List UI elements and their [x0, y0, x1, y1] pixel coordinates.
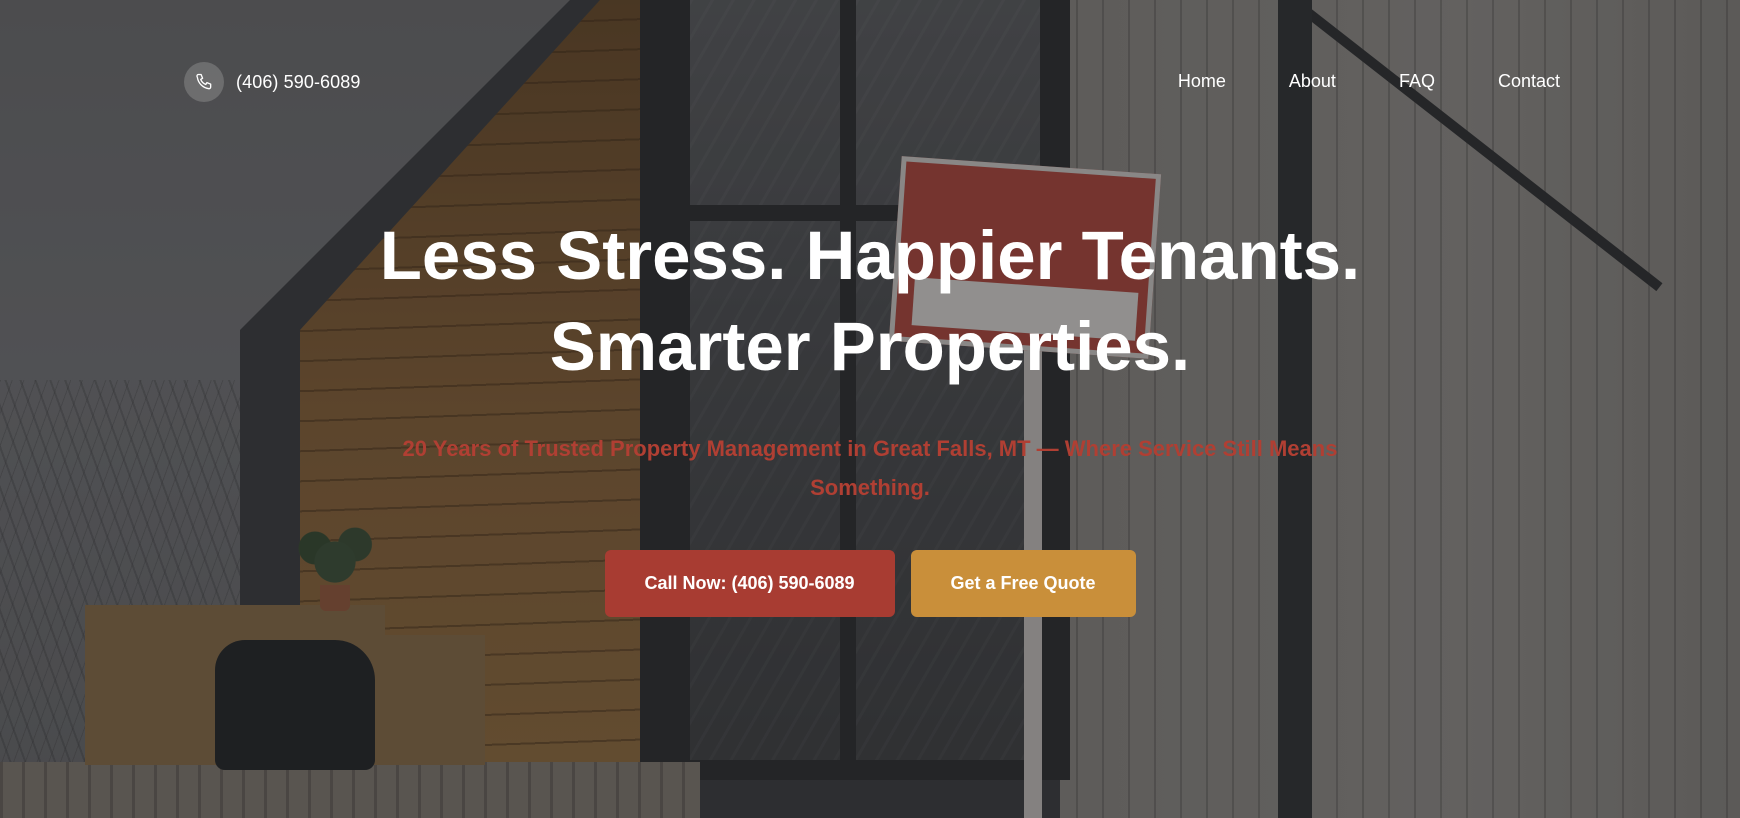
- hero-headline: Less Stress. Happier Tenants. Smarter Pr…: [320, 210, 1420, 392]
- site-header: (406) 590-6089 Home About FAQ Contact: [0, 0, 1740, 164]
- header-phone-number: (406) 590-6089: [236, 71, 361, 92]
- free-quote-button[interactable]: Get a Free Quote: [910, 550, 1136, 617]
- phone-icon: [184, 62, 224, 102]
- call-now-button[interactable]: Call Now: (406) 590-6089: [604, 550, 895, 617]
- hero-headline-line-2: Smarter Properties.: [549, 308, 1191, 385]
- nav-item-contact[interactable]: Contact: [1498, 71, 1560, 92]
- hero-section: (406) 590-6089 Home About FAQ Contact Le…: [0, 0, 1740, 818]
- hero-cta-group: Call Now: (406) 590-6089 Get a Free Quot…: [0, 550, 1740, 617]
- hero-content: Less Stress. Happier Tenants. Smarter Pr…: [0, 210, 1740, 617]
- hero-subheadline: 20 Years of Trusted Property Management …: [402, 436, 1338, 500]
- hero-headline-line-1: Less Stress. Happier Tenants.: [379, 217, 1361, 294]
- main-navigation: Home About FAQ Contact: [1178, 71, 1560, 92]
- nav-item-about[interactable]: About: [1289, 71, 1336, 92]
- nav-item-faq[interactable]: FAQ: [1399, 71, 1435, 92]
- header-phone-link[interactable]: (406) 590-6089: [184, 62, 361, 102]
- nav-item-home[interactable]: Home: [1178, 71, 1226, 92]
